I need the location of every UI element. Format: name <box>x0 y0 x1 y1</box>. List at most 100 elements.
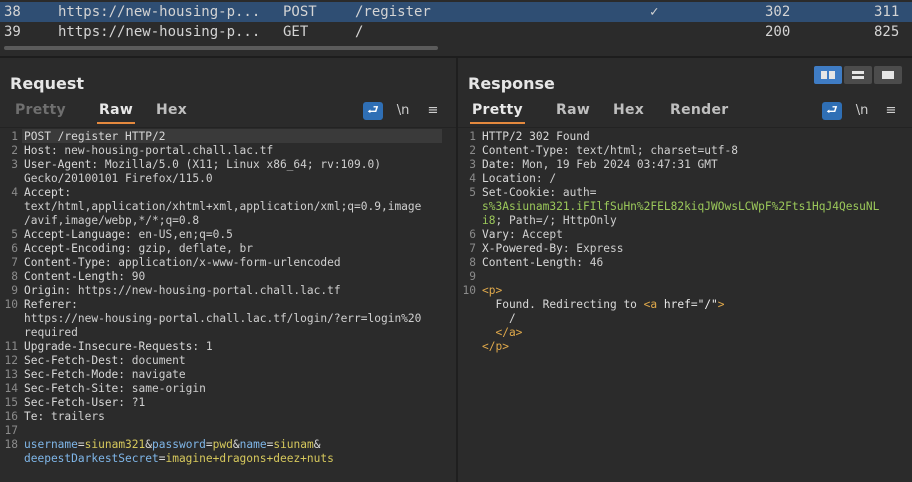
code-token: Host <box>24 144 51 157</box>
code-line: 6 Accept-Encoding: gzip, deflate, br <box>0 242 456 256</box>
code-text: Content-Type: application/x-www-form-url… <box>24 256 341 270</box>
code-text: Gecko/20100101 Firefox/115.0 <box>24 172 213 186</box>
line-number: 16 <box>4 410 18 423</box>
code-line: 4 Accept: <box>0 186 456 200</box>
code-text: <p> <box>482 284 502 298</box>
line-number: 5 <box>11 228 18 241</box>
code-line: 7 X-Powered-By: Express <box>458 242 912 256</box>
code-line: https://new-housing-portal.chall.lac.tf/… <box>0 312 456 326</box>
code-line: 5 Set-Cookie: auth= <box>458 186 912 200</box>
code-token: X-Powered-By <box>482 242 563 255</box>
newline-toggle[interactable]: \n <box>393 102 413 120</box>
row-method: GET <box>283 24 309 40</box>
code-line: 10 Referer: <box>0 298 456 312</box>
code-text: deepestDarkestSecret=imagine+dragons+dee… <box>24 452 334 466</box>
code-line: 2 Host: new-housing-portal.chall.lac.tf <box>0 144 456 158</box>
row-method: POST <box>283 4 317 20</box>
horizontal-scrollbar[interactable] <box>4 46 438 50</box>
line-number: 9 <box>11 284 18 297</box>
response-pane: Response Pretty Raw Hex Render ⮐ \n ≡ 1H… <box>458 58 912 482</box>
row-length: 311 <box>874 4 900 20</box>
code-text: POST /register HTTP/2 <box>24 130 165 144</box>
code-line: / <box>458 312 912 326</box>
history-row-39[interactable]: 39 https://new-housing-p... GET / 200 82… <box>0 22 912 42</box>
code-line: 15 Sec-Fetch-User: ?1 <box>0 396 456 410</box>
code-token: imagine+dragons+deez+nuts <box>165 452 334 465</box>
code-line: </p> <box>458 340 912 354</box>
newline-toggle[interactable]: \n <box>852 102 872 120</box>
code-token: : https://new-housing-portal.chall.lac.t… <box>64 284 341 297</box>
row-host: https://new-housing-p... <box>58 4 261 20</box>
single-pane-icon[interactable] <box>874 66 902 84</box>
tab-raw[interactable]: Raw <box>96 102 136 124</box>
code-token: <p> <box>482 284 503 297</box>
code-token: : <box>64 186 72 199</box>
code-line: 1 POST /register HTTP/2 <box>0 130 456 144</box>
layout-switcher <box>814 66 902 84</box>
code-text: </p> <box>482 340 509 354</box>
code-token: : navigate <box>118 368 186 381</box>
code-token: href <box>663 298 691 311</box>
response-editor[interactable]: 1 HTTP/2 302 Found 2 Content-Type: text/htm… <box>458 127 912 482</box>
line-number: 6 <box>469 228 476 241</box>
code-token: s%3Asiunam321.iFIlfSuHn%2FEL82kiqJWOwsLC… <box>482 200 880 213</box>
code-token: Found. Redirecting to <box>482 298 644 311</box>
word-wrap-icon[interactable]: ⮐ <box>363 102 383 120</box>
line-number: 17 <box>4 424 18 437</box>
code-line: 3 Date: Mon, 19 Feb 2024 03:47:31 GMT <box>458 158 912 172</box>
code-token: : Accept <box>508 228 563 241</box>
code-token: > <box>717 298 725 311</box>
row-status: 200 <box>765 24 791 40</box>
code-token: : text/html; charset=utf-8 <box>562 144 738 157</box>
code-text: text/html,application/xhtml+xml,applicat… <box>24 200 421 214</box>
code-token: pwd <box>212 438 233 451</box>
code-line: deepestDarkestSecret=imagine+dragons+dee… <box>0 452 456 466</box>
code-text: Set-Cookie: auth= <box>482 186 597 200</box>
code-line: 13 Sec-Fetch-Mode: navigate <box>0 368 456 382</box>
code-text: User-Agent: Mozilla/5.0 (X11; Linux x86_… <box>24 158 381 172</box>
code-token: = <box>205 438 213 451</box>
code-token: Te <box>24 410 38 423</box>
row-path: / <box>355 24 364 40</box>
tab-pretty[interactable]: Pretty <box>15 102 66 118</box>
code-line: Gecko/20100101 Firefox/115.0 <box>0 172 456 186</box>
code-token: : Mozilla/5.0 (X11; Linux x86_64; rv:109… <box>91 158 381 171</box>
code-token: Content-Length <box>482 256 577 269</box>
menu-icon[interactable]: ≡ <box>881 102 901 120</box>
code-line: 18 username=siunam321&password=pwd&name=s… <box>0 438 456 452</box>
code-token: Upgrade-Insecure-Requests <box>24 340 193 353</box>
code-line: 7 Content-Type: application/x-www-form-ur… <box>0 256 456 270</box>
word-wrap-icon[interactable]: ⮐ <box>822 102 842 120</box>
code-text: Sec-Fetch-User: ?1 <box>24 396 145 410</box>
tab-render[interactable]: Render <box>670 102 728 118</box>
split-vertical-icon[interactable] <box>814 66 842 84</box>
code-text: Content-Type: text/html; charset=utf-8 <box>482 144 738 158</box>
line-number: 11 <box>4 340 18 353</box>
tab-raw[interactable]: Raw <box>556 102 590 118</box>
line-number: 12 <box>4 354 18 367</box>
code-token: User-Agent <box>24 158 92 171</box>
history-row-38[interactable]: 38 https://new-housing-p... POST /regist… <box>0 2 912 22</box>
code-token: : trailers <box>37 410 105 423</box>
code-token: & <box>232 438 240 451</box>
menu-icon[interactable]: ≡ <box>423 102 443 120</box>
code-token: POST /register HTTP/2 <box>24 130 166 143</box>
tab-hex[interactable]: Hex <box>613 102 644 118</box>
row-status: 302 <box>765 4 791 20</box>
split-horizontal-icon[interactable] <box>844 66 872 84</box>
code-line: 11 Upgrade-Insecure-Requests: 1 <box>0 340 456 354</box>
tab-pretty[interactable]: Pretty <box>470 102 525 124</box>
request-editor[interactable]: 1 POST /register HTTP/2 2 Host: new-housing… <box>0 127 456 482</box>
code-text: Location: / <box>482 172 556 186</box>
tab-hex[interactable]: Hex <box>156 102 187 118</box>
code-token: password <box>152 438 206 451</box>
code-line: 1 HTTP/2 302 Found <box>458 130 912 144</box>
code-text: Accept-Language: en-US,en;q=0.5 <box>24 228 233 242</box>
code-token: "/" <box>697 298 718 311</box>
code-line: s%3Asiunam321.iFIlfSuHn%2FEL82kiqJWOwsLC… <box>458 200 912 214</box>
line-number: 18 <box>4 438 18 451</box>
code-text: required <box>24 326 78 340</box>
code-token: Sec-Fetch-Site <box>24 382 119 395</box>
code-token: siunam <box>273 438 314 451</box>
code-token: siunam321 <box>84 438 146 451</box>
